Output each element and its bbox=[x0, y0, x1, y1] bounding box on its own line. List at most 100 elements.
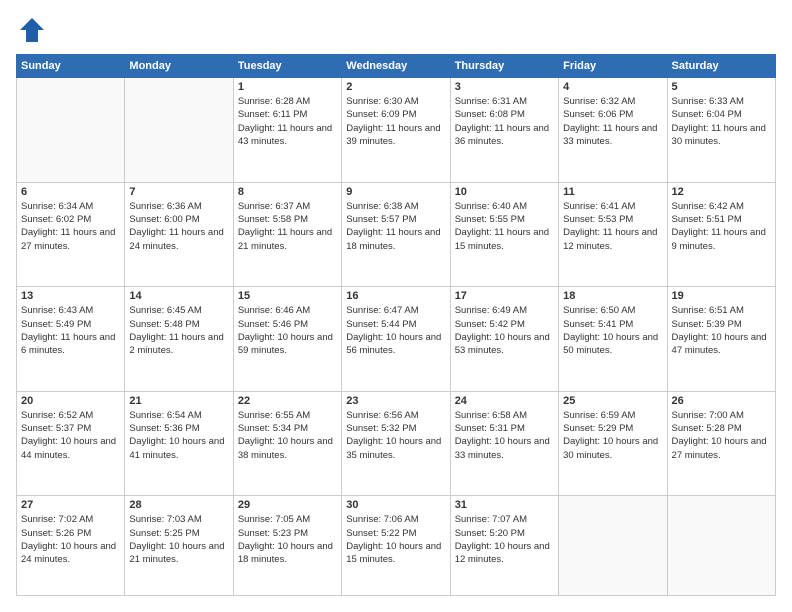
day-number: 28 bbox=[129, 499, 228, 511]
day-info: Sunrise: 6:42 AM Sunset: 5:51 PM Dayligh… bbox=[672, 200, 771, 253]
day-info: Sunrise: 7:07 AM Sunset: 5:20 PM Dayligh… bbox=[455, 513, 554, 566]
day-info: Sunrise: 6:49 AM Sunset: 5:42 PM Dayligh… bbox=[455, 304, 554, 357]
calendar-cell: 14Sunrise: 6:45 AM Sunset: 5:48 PM Dayli… bbox=[125, 287, 233, 392]
day-info: Sunrise: 6:46 AM Sunset: 5:46 PM Dayligh… bbox=[238, 304, 337, 357]
day-info: Sunrise: 6:33 AM Sunset: 6:04 PM Dayligh… bbox=[672, 95, 771, 148]
calendar-cell: 22Sunrise: 6:55 AM Sunset: 5:34 PM Dayli… bbox=[233, 391, 341, 496]
day-number: 17 bbox=[455, 290, 554, 302]
header bbox=[16, 16, 776, 44]
day-info: Sunrise: 6:51 AM Sunset: 5:39 PM Dayligh… bbox=[672, 304, 771, 357]
calendar-week-row: 27Sunrise: 7:02 AM Sunset: 5:26 PM Dayli… bbox=[17, 496, 776, 596]
day-info: Sunrise: 6:37 AM Sunset: 5:58 PM Dayligh… bbox=[238, 200, 337, 253]
calendar-cell: 20 Sunrise: 6:52 AM Sunset: 5:37 PM Dayli… bbox=[17, 391, 125, 496]
day-info: Sunrise: 6:41 AM Sunset: 5:53 PM Dayligh… bbox=[563, 200, 662, 253]
calendar-cell: 1 Sunrise: 6:28 AM Sunset: 6:11 PM Daylig… bbox=[233, 78, 341, 183]
day-info: Sunrise: 7:05 AM Sunset: 5:23 PM Dayligh… bbox=[238, 513, 337, 566]
day-number: 31 bbox=[455, 499, 554, 511]
calendar-cell: 27Sunrise: 7:02 AM Sunset: 5:26 PM Dayli… bbox=[17, 496, 125, 596]
calendar-cell: 9 Sunrise: 6:38 AM Sunset: 5:57 PM Daylig… bbox=[342, 182, 450, 287]
day-info: Sunrise: 6:45 AM Sunset: 5:48 PM Dayligh… bbox=[129, 304, 228, 357]
calendar-week-row: 13 Sunrise: 6:43 AM Sunset: 5:49 PM Dayli… bbox=[17, 287, 776, 392]
day-number: 1 bbox=[238, 81, 337, 93]
calendar-cell: 15 Sunrise: 6:46 AM Sunset: 5:46 PM Dayli… bbox=[233, 287, 341, 392]
day-info: Sunrise: 6:31 AM Sunset: 6:08 PM Dayligh… bbox=[455, 95, 554, 148]
day-number: 3 bbox=[455, 81, 554, 93]
day-number: 12 bbox=[672, 186, 771, 198]
weekday-header-monday: Monday bbox=[125, 55, 233, 78]
day-info: Sunrise: 6:56 AM Sunset: 5:32 PM Dayligh… bbox=[346, 409, 445, 462]
day-number: 10 bbox=[455, 186, 554, 198]
calendar-page: SundayMondayTuesdayWednesdayThursdayFrid… bbox=[0, 0, 792, 612]
day-number: 5 bbox=[672, 81, 771, 93]
day-number: 29 bbox=[238, 499, 337, 511]
day-info: Sunrise: 6:43 AM Sunset: 5:49 PM Dayligh… bbox=[21, 304, 120, 357]
day-info: Sunrise: 6:38 AM Sunset: 5:57 PM Dayligh… bbox=[346, 200, 445, 253]
calendar-cell: 30 Sunrise: 7:06 AM Sunset: 5:22 PM Dayli… bbox=[342, 496, 450, 596]
day-number: 25 bbox=[563, 395, 662, 407]
day-number: 26 bbox=[672, 395, 771, 407]
day-number: 9 bbox=[346, 186, 445, 198]
calendar-cell: 11 Sunrise: 6:41 AM Sunset: 5:53 PM Dayli… bbox=[559, 182, 667, 287]
day-number: 15 bbox=[238, 290, 337, 302]
calendar-cell bbox=[125, 78, 233, 183]
calendar-cell: 17 Sunrise: 6:49 AM Sunset: 5:42 PM Dayli… bbox=[450, 287, 558, 392]
day-number: 7 bbox=[129, 186, 228, 198]
day-number: 22 bbox=[238, 395, 337, 407]
day-info: Sunrise: 7:06 AM Sunset: 5:22 PM Dayligh… bbox=[346, 513, 445, 566]
day-info: Sunrise: 6:54 AM Sunset: 5:36 PM Dayligh… bbox=[129, 409, 228, 462]
weekday-header-thursday: Thursday bbox=[450, 55, 558, 78]
calendar-cell: 31 Sunrise: 7:07 AM Sunset: 5:20 PM Dayli… bbox=[450, 496, 558, 596]
calendar-cell: 21 Sunrise: 6:54 AM Sunset: 5:36 PM Dayli… bbox=[125, 391, 233, 496]
calendar-cell: 18Sunrise: 6:50 AM Sunset: 5:41 PM Dayli… bbox=[559, 287, 667, 392]
weekday-header-friday: Friday bbox=[559, 55, 667, 78]
day-number: 16 bbox=[346, 290, 445, 302]
day-info: Sunrise: 6:30 AM Sunset: 6:09 PM Dayligh… bbox=[346, 95, 445, 148]
day-number: 6 bbox=[21, 186, 120, 198]
day-info: Sunrise: 6:47 AM Sunset: 5:44 PM Dayligh… bbox=[346, 304, 445, 357]
calendar-cell: 10Sunrise: 6:40 AM Sunset: 5:55 PM Dayli… bbox=[450, 182, 558, 287]
day-number: 19 bbox=[672, 290, 771, 302]
day-number: 24 bbox=[455, 395, 554, 407]
day-number: 23 bbox=[346, 395, 445, 407]
calendar-cell: 24 Sunrise: 6:58 AM Sunset: 5:31 PM Dayli… bbox=[450, 391, 558, 496]
calendar-cell: 19 Sunrise: 6:51 AM Sunset: 5:39 PM Dayli… bbox=[667, 287, 775, 392]
day-number: 4 bbox=[563, 81, 662, 93]
day-info: Sunrise: 7:03 AM Sunset: 5:25 PM Dayligh… bbox=[129, 513, 228, 566]
day-info: Sunrise: 6:32 AM Sunset: 6:06 PM Dayligh… bbox=[563, 95, 662, 148]
day-info: Sunrise: 6:28 AM Sunset: 6:11 PM Dayligh… bbox=[238, 95, 337, 148]
calendar-cell: 2 Sunrise: 6:30 AM Sunset: 6:09 PM Daylig… bbox=[342, 78, 450, 183]
weekday-header-wednesday: Wednesday bbox=[342, 55, 450, 78]
day-info: Sunrise: 6:52 AM Sunset: 5:37 PM Dayligh… bbox=[21, 409, 120, 462]
calendar-cell: 8 Sunrise: 6:37 AM Sunset: 5:58 PM Daylig… bbox=[233, 182, 341, 287]
logo-icon bbox=[18, 16, 46, 44]
day-info: Sunrise: 6:58 AM Sunset: 5:31 PM Dayligh… bbox=[455, 409, 554, 462]
calendar-cell bbox=[559, 496, 667, 596]
day-number: 30 bbox=[346, 499, 445, 511]
day-info: Sunrise: 7:02 AM Sunset: 5:26 PM Dayligh… bbox=[21, 513, 120, 566]
day-number: 21 bbox=[129, 395, 228, 407]
day-info: Sunrise: 7:00 AM Sunset: 5:28 PM Dayligh… bbox=[672, 409, 771, 462]
calendar-cell: 4 Sunrise: 6:32 AM Sunset: 6:06 PM Daylig… bbox=[559, 78, 667, 183]
calendar-table: SundayMondayTuesdayWednesdayThursdayFrid… bbox=[16, 54, 776, 596]
day-number: 11 bbox=[563, 186, 662, 198]
day-info: Sunrise: 6:34 AM Sunset: 6:02 PM Dayligh… bbox=[21, 200, 120, 253]
logo bbox=[16, 16, 46, 44]
calendar-cell: 26 Sunrise: 7:00 AM Sunset: 5:28 PM Dayli… bbox=[667, 391, 775, 496]
weekday-header-tuesday: Tuesday bbox=[233, 55, 341, 78]
calendar-cell: 13 Sunrise: 6:43 AM Sunset: 5:49 PM Dayli… bbox=[17, 287, 125, 392]
day-info: Sunrise: 6:59 AM Sunset: 5:29 PM Dayligh… bbox=[563, 409, 662, 462]
day-number: 13 bbox=[21, 290, 120, 302]
day-number: 8 bbox=[238, 186, 337, 198]
calendar-cell: 16 Sunrise: 6:47 AM Sunset: 5:44 PM Dayli… bbox=[342, 287, 450, 392]
calendar-cell: 12 Sunrise: 6:42 AM Sunset: 5:51 PM Dayli… bbox=[667, 182, 775, 287]
calendar-week-row: 20 Sunrise: 6:52 AM Sunset: 5:37 PM Dayli… bbox=[17, 391, 776, 496]
day-info: Sunrise: 6:36 AM Sunset: 6:00 PM Dayligh… bbox=[129, 200, 228, 253]
day-number: 18 bbox=[563, 290, 662, 302]
calendar-week-row: 6 Sunrise: 6:34 AM Sunset: 6:02 PM Daylig… bbox=[17, 182, 776, 287]
day-number: 2 bbox=[346, 81, 445, 93]
day-number: 20 bbox=[21, 395, 120, 407]
calendar-cell: 5 Sunrise: 6:33 AM Sunset: 6:04 PM Daylig… bbox=[667, 78, 775, 183]
weekday-header-sunday: Sunday bbox=[17, 55, 125, 78]
calendar-cell: 25 Sunrise: 6:59 AM Sunset: 5:29 PM Dayli… bbox=[559, 391, 667, 496]
calendar-cell: 7 Sunrise: 6:36 AM Sunset: 6:00 PM Daylig… bbox=[125, 182, 233, 287]
